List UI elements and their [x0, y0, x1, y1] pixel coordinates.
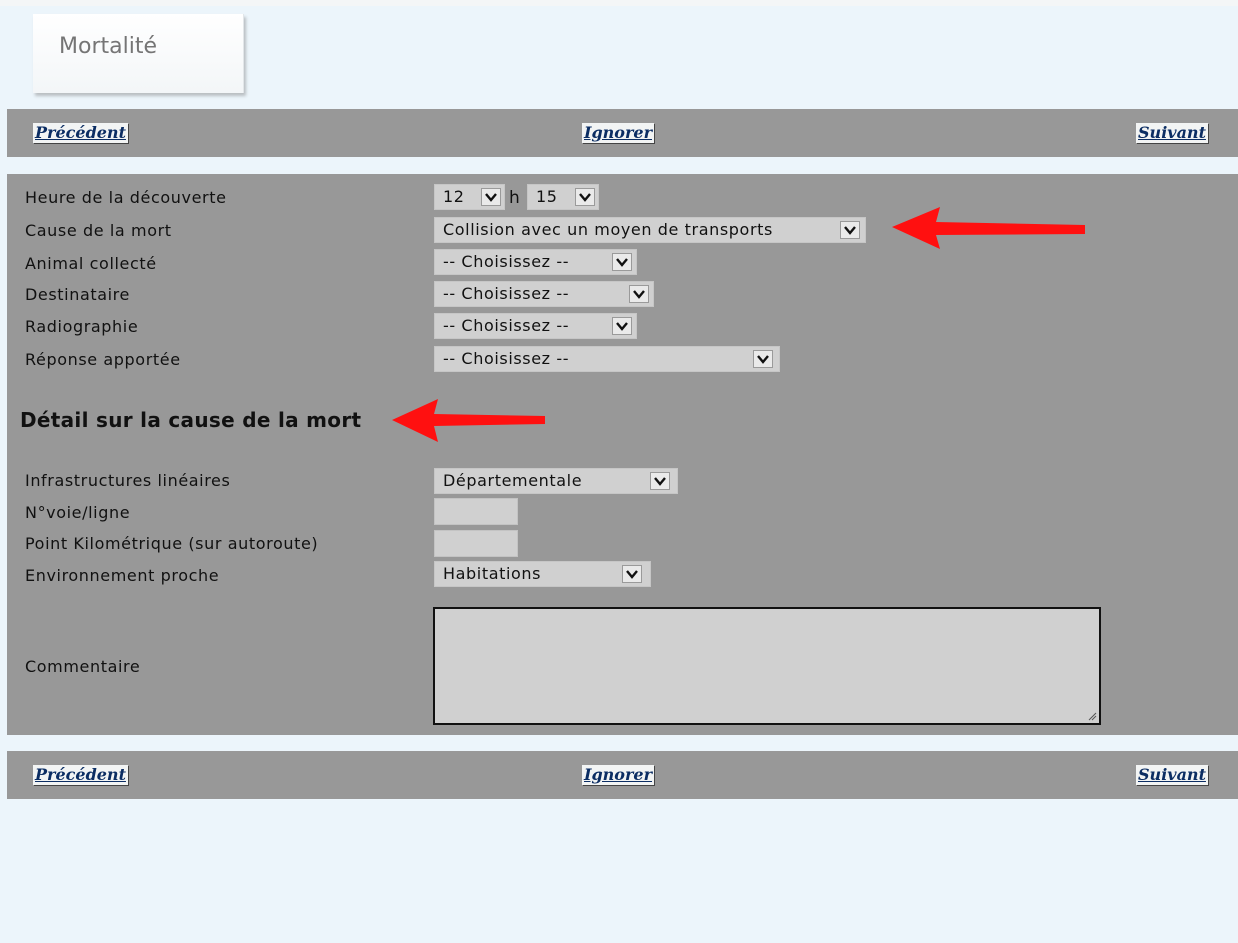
heure-hours-select[interactable]: 12: [434, 184, 505, 210]
commentaire-label: Commentaire: [25, 657, 141, 676]
page-title: Mortalité: [59, 34, 157, 59]
chevron-down-icon: [612, 317, 632, 335]
chevron-down-icon: [629, 285, 649, 303]
radiographie-label: Radiographie: [25, 317, 139, 336]
pk-label: Point Kilométrique (sur autoroute): [25, 534, 319, 553]
mortality-form: Heure de la découverte 12 h 15 Cause de …: [7, 174, 1238, 735]
page-title-tab: Mortalité: [33, 14, 244, 93]
collecte-label: Animal collecté: [25, 254, 157, 273]
reponse-label: Réponse apportée: [25, 350, 181, 369]
skip-button[interactable]: Ignorer: [582, 123, 655, 143]
detail-heading: Détail sur la cause de la mort: [20, 408, 362, 432]
heure-minutes-select[interactable]: 15: [527, 184, 599, 210]
annotation-arrow-icon: [392, 399, 545, 442]
prev-button[interactable]: Précédent: [33, 123, 128, 143]
annotation-arrow-icon: [892, 207, 1085, 249]
chevron-down-icon: [575, 188, 595, 206]
prev-button[interactable]: Précédent: [33, 765, 128, 785]
top-nav-bar: Précédent Ignorer Suivant: [7, 109, 1238, 157]
next-button[interactable]: Suivant: [1136, 123, 1208, 143]
voie-label: N°voie/ligne: [25, 503, 131, 522]
chevron-down-icon: [840, 221, 860, 239]
environnement-label: Environnement proche: [25, 566, 220, 585]
heure-label: Heure de la découverte: [25, 188, 227, 207]
radiographie-select[interactable]: -- Choisissez --: [434, 313, 637, 339]
voie-input[interactable]: [434, 498, 518, 525]
reponse-select[interactable]: -- Choisissez --: [434, 346, 780, 372]
chevron-down-icon: [612, 253, 632, 271]
collecte-select[interactable]: -- Choisissez --: [434, 249, 637, 275]
chevron-down-icon: [753, 350, 773, 368]
infrastructures-label: Infrastructures linéaires: [25, 471, 231, 490]
commentaire-textarea[interactable]: [433, 607, 1101, 725]
cause-select[interactable]: Collision avec un moyen de transports: [434, 217, 866, 243]
hour-separator: h: [509, 188, 520, 208]
skip-button[interactable]: Ignorer: [582, 765, 655, 785]
destinataire-label: Destinataire: [25, 285, 130, 304]
cause-label: Cause de la mort: [25, 221, 172, 240]
chevron-down-icon: [481, 188, 501, 206]
pk-input[interactable]: [434, 530, 518, 557]
top-border: [0, 0, 1238, 6]
destinataire-select[interactable]: -- Choisissez --: [434, 281, 654, 307]
environnement-select[interactable]: Habitations: [434, 561, 651, 587]
next-button[interactable]: Suivant: [1136, 765, 1208, 785]
resize-handle-icon[interactable]: [1087, 711, 1097, 721]
bottom-nav-bar: Précédent Ignorer Suivant: [7, 751, 1238, 799]
infrastructures-select[interactable]: Départementale: [434, 468, 678, 494]
chevron-down-icon: [650, 472, 670, 490]
chevron-down-icon: [622, 565, 642, 583]
